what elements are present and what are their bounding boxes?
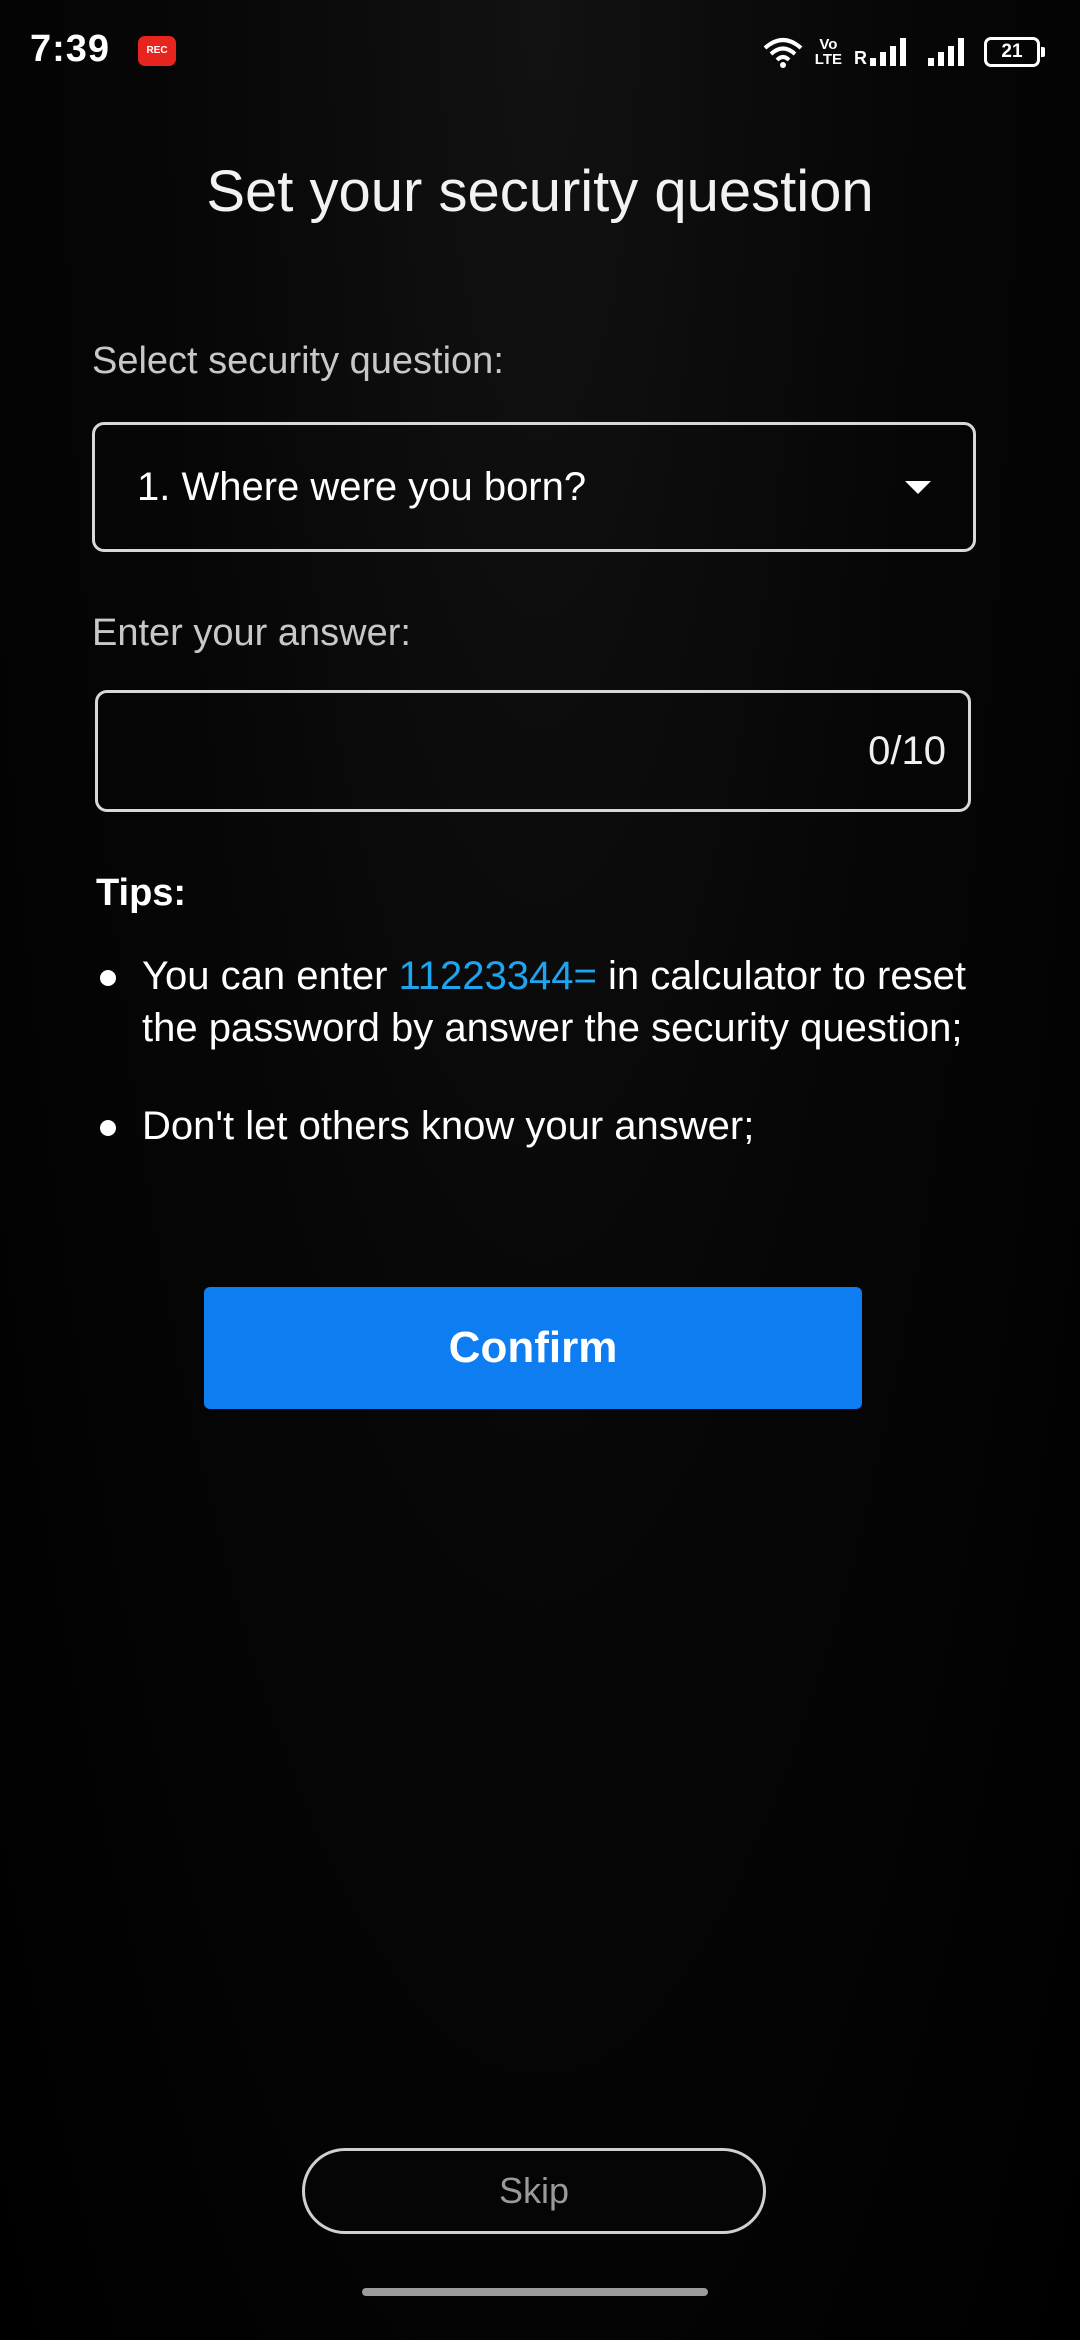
confirm-button[interactable]: Confirm	[204, 1287, 862, 1409]
bullet-icon	[100, 1120, 116, 1136]
volte-icon: Vo LTE	[815, 37, 842, 67]
tip-text: Don't let others know your answer;	[142, 1104, 755, 1148]
question-label: Select security question:	[92, 340, 504, 382]
answer-label: Enter your answer:	[92, 612, 411, 654]
volte-bottom-label: LTE	[814, 51, 842, 68]
selected-question: 1. Where were you born?	[137, 464, 587, 509]
home-indicator[interactable]	[362, 2288, 708, 2296]
signal-roaming-icon: R	[854, 38, 906, 68]
page-title: Set your security question	[206, 159, 874, 224]
tips-heading: Tips:	[96, 872, 187, 914]
tip-item: Don't let others know your answer;	[96, 1100, 996, 1152]
signal-roaming-label: R	[854, 48, 867, 68]
battery-icon: 21	[984, 37, 1045, 67]
dropdown-arrow-icon	[905, 480, 931, 494]
bullet-icon	[100, 970, 116, 986]
character-counter: 0/10	[868, 728, 946, 773]
volte-top-label: Vo	[819, 36, 838, 53]
tip-text-start: You can enter	[142, 954, 399, 998]
battery-level: 21	[1001, 41, 1023, 62]
signal-icon	[928, 38, 964, 66]
answer-field[interactable]: 0/10	[95, 690, 971, 812]
screen-record-icon: REC	[138, 36, 176, 66]
skip-button[interactable]: Skip	[302, 2148, 766, 2234]
status-bar: 7:39 REC Vo LTE R 21	[0, 0, 1080, 100]
calculator-code: 11223344=	[398, 954, 597, 998]
tips-list: You can enter 11223344= in calculator to…	[96, 950, 996, 1152]
wifi-icon	[763, 38, 803, 68]
answer-input[interactable]	[128, 727, 869, 775]
security-question-select[interactable]: 1. Where were you born?	[92, 422, 976, 552]
status-time: 7:39	[30, 28, 111, 70]
status-icons: Vo LTE R 21	[763, 32, 1045, 72]
tip-item: You can enter 11223344= in calculator to…	[96, 950, 996, 1054]
